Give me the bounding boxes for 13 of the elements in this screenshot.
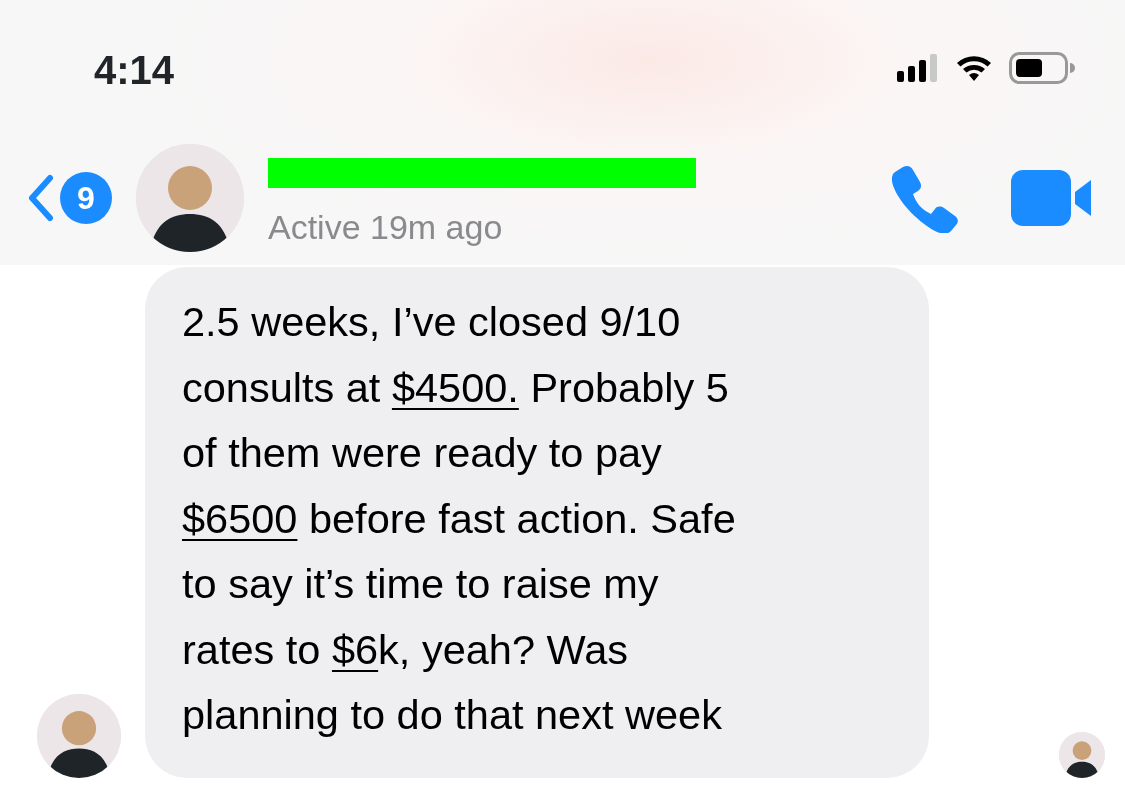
- wifi-icon: [955, 54, 993, 82]
- clock-time: 4:14: [94, 47, 175, 94]
- unread-badge: 9: [60, 171, 112, 224]
- back-icon: [26, 173, 56, 222]
- message-text: 2.5 weeks, I’ve closed 9/10 consults at $4500. Probably 5 of them were ready to pay $6500 before fast action. Safe to say it’s time to raise my rates to $6k, yeah? Was planning to do that next week: [182, 297, 737, 740]
- amount-link[interactable]: $4500.: [391, 363, 519, 411]
- battery-icon: [1009, 52, 1075, 84]
- amount-link[interactable]: $6: [331, 625, 379, 673]
- signal-icon: [897, 54, 939, 82]
- presence-status: Active 19m ago: [268, 207, 504, 248]
- video-call-icon[interactable]: [1011, 169, 1093, 226]
- amount-link[interactable]: $6500: [182, 494, 298, 542]
- read-receipt-avatar: [1059, 731, 1105, 778]
